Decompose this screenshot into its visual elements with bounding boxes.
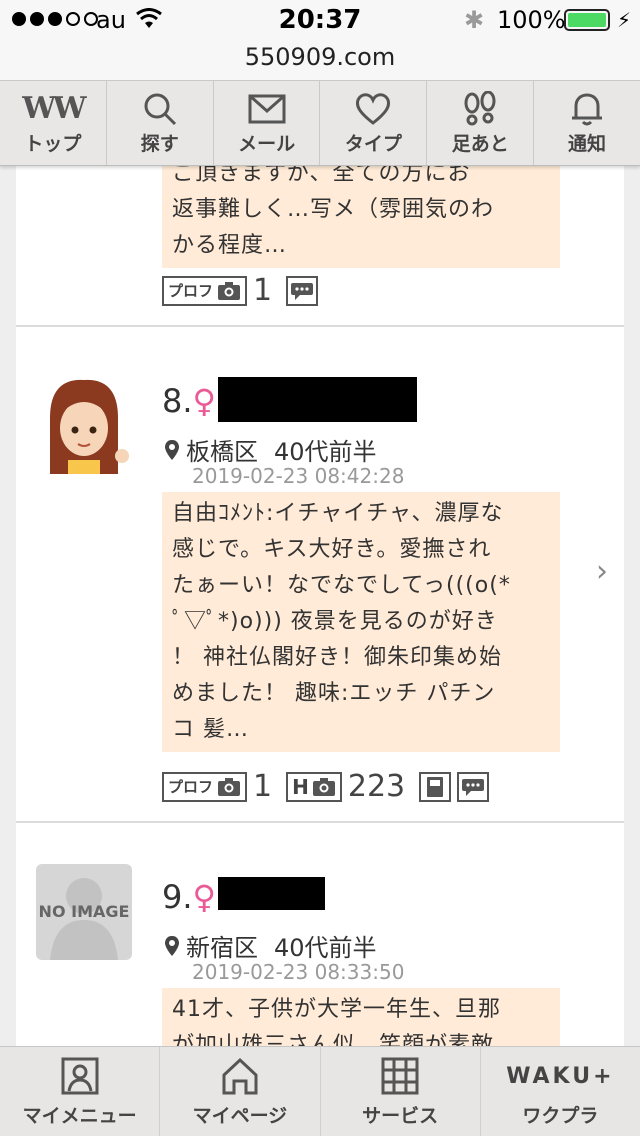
diary-icon[interactable]: [419, 771, 452, 802]
nav-service-label: サービス: [362, 1105, 439, 1127]
nav-footprint-label: 足あと: [451, 132, 509, 155]
nav-search-label: 探す: [140, 132, 179, 155]
nav-search[interactable]: 探す: [107, 81, 214, 165]
comment-line: かる程度…: [172, 233, 288, 258]
divider: [16, 821, 624, 823]
nav-notify-label: 通知: [568, 132, 607, 155]
chat-icon[interactable]: [457, 771, 490, 802]
comment-line: ！ 神社仏閣好き！御朱印集め始: [172, 645, 502, 670]
location-pin-icon: [165, 935, 179, 956]
wakupura-logo: WAKU+: [506, 1063, 615, 1089]
status-bar: au 20:37 ✱ 100% ⚡: [0, 0, 640, 40]
nav-my-menu[interactable]: マイメニュー: [0, 1047, 161, 1136]
prof-label: プロフ: [168, 778, 214, 796]
post-tags: プロフ 1: [162, 273, 319, 308]
no-image-label: NO IMAGE: [38, 902, 130, 921]
mail-icon: [248, 91, 286, 127]
bluetooth-icon: ✱: [464, 6, 485, 34]
nav-type-label: タイプ: [344, 132, 402, 155]
comment-line: が加山雄三さん似、笑顔が素敵: [172, 1033, 495, 1046]
divider: [16, 325, 624, 327]
nav-my-menu-label: マイメニュー: [22, 1105, 137, 1127]
age-range: 40代前半: [274, 934, 377, 962]
photo-count: 1: [253, 273, 273, 308]
location: 新宿区 40代前半: [164, 928, 377, 963]
comment-line: 感じで。キス大好き。愛撫され: [172, 537, 492, 562]
battery-percent: 100%: [497, 6, 566, 34]
female-icon: ♀: [192, 878, 216, 916]
user-list: ご頂きますが、全ての方にお 返事難しく…写メ（雰囲気のわ かる程度… プロフ 1…: [16, 166, 624, 1046]
location-area: 新宿区: [186, 934, 258, 962]
post-comment[interactable]: 41才、子供が大学一年生、旦那 が加山雄三さん似、笑顔が素敵: [162, 988, 560, 1046]
post-number: 8.♀: [162, 382, 216, 420]
profile-photo-badge[interactable]: プロフ: [162, 275, 248, 306]
nav-my-page-label: マイページ: [192, 1105, 288, 1127]
post-comment[interactable]: ご頂きますが、全ての方にお 返事難しく…写メ（雰囲気のわ かる程度…: [162, 166, 560, 268]
comment-line: 返事難しく…写メ（雰囲気のわ: [172, 197, 495, 222]
number-label: 8.: [162, 382, 193, 420]
nav-mail[interactable]: メール: [214, 81, 321, 165]
nav-notify[interactable]: 通知: [534, 81, 640, 165]
nav-top-label: トップ: [24, 132, 82, 155]
bottom-nav: マイメニュー マイページ サービス WAKU+ ワクプラ: [0, 1046, 640, 1136]
prof-label: プロフ: [168, 282, 214, 300]
h-label: H: [292, 774, 309, 799]
avatar[interactable]: [36, 378, 132, 474]
url-bar[interactable]: 550909.com: [0, 40, 640, 80]
post-date: 2019-02-23 08:33:50: [192, 960, 405, 984]
search-icon: [142, 91, 178, 127]
nav-wakupura[interactable]: WAKU+ ワクプラ: [481, 1047, 640, 1136]
nav-service[interactable]: サービス: [321, 1047, 481, 1136]
camera-icon: [312, 777, 335, 796]
female-icon: ♀: [192, 382, 216, 420]
person-icon: [61, 1055, 99, 1097]
comment-line: ﾟ▽ﾟ*)o))) 夜景を見るのが好き: [172, 609, 498, 634]
bell-icon: [570, 91, 604, 127]
nav-type[interactable]: タイプ: [320, 81, 428, 165]
ww-logo-icon: WW: [22, 90, 86, 126]
redacted-name: [218, 877, 325, 910]
charging-icon: ⚡: [617, 8, 632, 32]
post-date: 2019-02-23 08:42:28: [192, 464, 405, 488]
comment-line: たぁーい！なでなでしてっ(((o(*: [172, 573, 511, 598]
camera-icon: [218, 777, 241, 796]
nav-my-page[interactable]: マイページ: [160, 1047, 321, 1136]
redacted-name: [218, 377, 417, 422]
post-number: 9.♀: [162, 878, 216, 916]
h-photo-count: 223: [347, 769, 406, 804]
location-pin-icon: [165, 439, 179, 460]
chevron-right-icon[interactable]: ›: [596, 554, 608, 589]
photo-count: 1: [253, 769, 273, 804]
camera-icon: [218, 281, 241, 300]
footprint-icon: [462, 90, 498, 127]
grid-icon: [381, 1055, 419, 1097]
nav-wakupura-label: ワクプラ: [522, 1105, 599, 1127]
chat-icon[interactable]: [286, 275, 319, 306]
number-label: 9.: [162, 878, 193, 916]
comment-line: めました！ 趣味:エッチ パチン: [172, 681, 496, 706]
comment-line: 41才、子供が大学一年生、旦那: [172, 997, 501, 1022]
h-photo-badge[interactable]: H: [286, 771, 342, 802]
no-image-avatar[interactable]: NO IMAGE: [36, 864, 132, 960]
location-area: 板橋区: [186, 438, 258, 466]
home-icon: [220, 1055, 260, 1097]
comment-line: コ 髪…: [172, 717, 249, 742]
age-range: 40代前半: [274, 438, 377, 466]
nav-footprint[interactable]: 足あと: [427, 81, 535, 165]
comment-line: 自由ｺﾒﾝﾄ:イチャイチャ、濃厚な: [172, 501, 504, 526]
nav-mail-label: メール: [238, 132, 296, 155]
comment-line: ご頂きますが、全ての方にお: [172, 166, 471, 186]
heart-icon: [355, 91, 391, 127]
battery-icon: [564, 9, 610, 31]
post-tags: プロフ 1 H 223: [162, 769, 490, 804]
nav-top[interactable]: WW トップ: [0, 81, 107, 165]
post-comment[interactable]: 自由ｺﾒﾝﾄ:イチャイチャ、濃厚な 感じで。キス大好き。愛撫され たぁーい！なで…: [162, 492, 560, 752]
profile-photo-badge[interactable]: プロフ: [162, 771, 248, 802]
top-nav: WW トップ 探す メール タイプ 足あと 通知: [0, 80, 640, 166]
location: 板橋区 40代前半: [164, 432, 377, 467]
